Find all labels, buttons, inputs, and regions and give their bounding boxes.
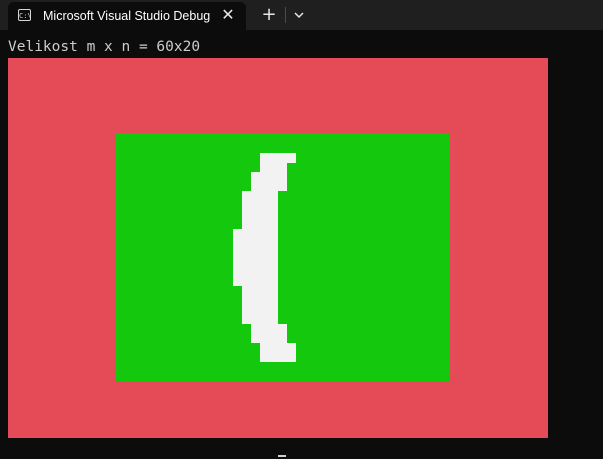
tab-debug-console[interactable]: C:\ Microsoft Visual Studio Debug Consol… xyxy=(8,2,246,30)
new-tab-button[interactable]: + xyxy=(258,4,280,26)
crescent-moon-block xyxy=(260,153,296,163)
chevron-down-icon[interactable] xyxy=(290,5,308,25)
console-output-line: Velikost m x n = 60x20 xyxy=(8,39,201,55)
crescent-moon-block xyxy=(233,229,278,286)
console-icon: C:\ xyxy=(18,9,32,21)
crescent-moon-block xyxy=(260,343,296,362)
title-bar: C:\ Microsoft Visual Studio Debug Consol… xyxy=(0,0,603,30)
crescent-moon-block xyxy=(260,163,287,172)
crescent-moon-block xyxy=(242,191,278,229)
crescent-moon-block xyxy=(251,172,287,191)
console-area[interactable]: Velikost m x n = 60x20 xyxy=(0,30,603,459)
close-icon[interactable]: ✕ xyxy=(219,6,237,24)
tab-title: Microsoft Visual Studio Debug Console xyxy=(43,9,211,23)
crescent-moon-block xyxy=(251,324,287,343)
toolbar-divider xyxy=(285,7,286,23)
crescent-moon-block xyxy=(242,286,278,324)
text-cursor xyxy=(278,455,286,457)
